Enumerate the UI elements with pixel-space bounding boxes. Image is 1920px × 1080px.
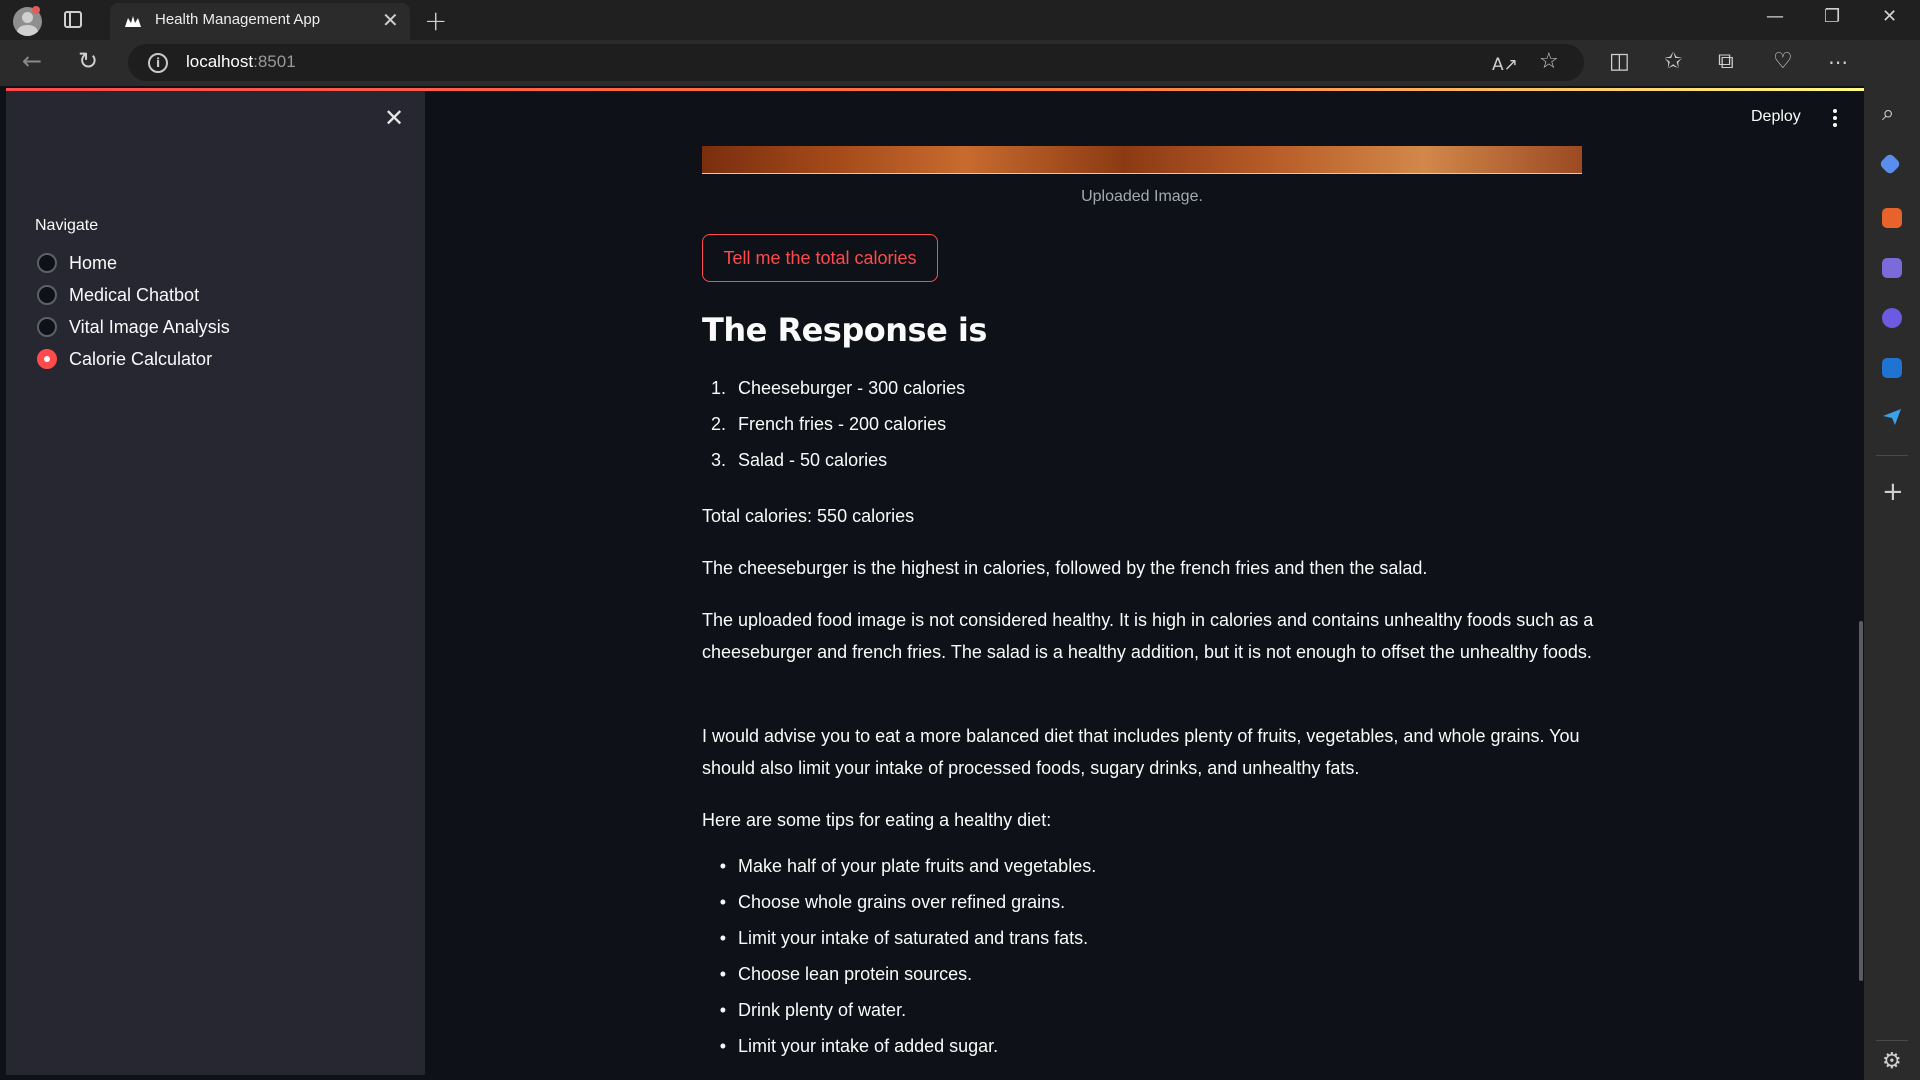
new-tab-icon[interactable]: + <box>424 4 447 37</box>
tab-actions-icon[interactable] <box>64 11 82 28</box>
nav-radio-label: Vital Image Analysis <box>69 316 230 337</box>
list-item: • Drink plenty of water. <box>719 1000 907 1020</box>
app-sidebar: ✕ Navigate Home Medical Chatbot Vital Im… <box>6 91 425 1075</box>
nav-radio-label: Medical Chatbot <box>69 284 200 305</box>
games-icon[interactable] <box>1882 258 1902 278</box>
response-heading: The Response is <box>702 311 987 349</box>
add-icon[interactable]: + <box>1882 479 1904 505</box>
favorite-star-icon[interactable]: ☆ <box>1539 50 1559 74</box>
nav-radio-home[interactable]: Home <box>37 250 117 276</box>
restore-icon[interactable]: ❐ <box>1824 6 1840 27</box>
minimize-icon[interactable]: — <box>1766 6 1784 27</box>
read-aloud-icon[interactable]: A↗ <box>1492 53 1518 77</box>
list-item: • Choose lean protein sources. <box>719 964 973 984</box>
navigate-label: Navigate <box>35 217 99 234</box>
radio-circle[interactable] <box>37 317 57 337</box>
profile-notification-dot <box>32 6 40 14</box>
collections-icon[interactable]: ⧉ <box>1718 50 1734 74</box>
nav-radio-label: Calorie Calculator <box>69 348 213 369</box>
radio-circle-checked[interactable] <box>37 349 57 369</box>
browser-titlebar: Health Management App ✕ + — ❐ ✕ <box>0 0 1920 40</box>
total-calories-button[interactable]: Tell me the total calories <box>702 234 938 282</box>
deploy-button[interactable]: Deploy <box>1751 108 1801 126</box>
tips-intro: Here are some tips for eating a healthy … <box>702 810 1052 830</box>
microsoft-365-icon[interactable] <box>1882 308 1902 328</box>
list-item: • Limit your intake of saturated and tran… <box>719 928 1089 948</box>
nav-radio-medical-chatbot[interactable]: Medical Chatbot <box>37 282 199 308</box>
uploaded-food-image <box>702 146 1582 174</box>
list-item: • Limit your intake of added sugar. <box>719 1036 999 1056</box>
refresh-icon[interactable]: ↻ <box>78 49 98 73</box>
nav-radio-label: Home <box>69 252 118 273</box>
nav-radio-vital-image-analysis[interactable]: Vital Image Analysis <box>37 314 230 340</box>
settings-gear-icon[interactable]: ⚙ <box>1882 1050 1902 1074</box>
browser-toolbar: ← ↻ i localhost:8501 A↗ ☆ ◫ ✩ ⧉ ♡ ⋯ <box>0 40 1920 86</box>
list-item: 3. Salad - 50 calories <box>710 450 888 470</box>
outlook-icon[interactable] <box>1882 358 1902 378</box>
nav-radio-calorie-calculator[interactable]: Calorie Calculator <box>37 346 212 372</box>
more-options-icon[interactable]: ⋯ <box>1828 50 1848 74</box>
image-caption: Uploaded Image. <box>1081 188 1203 205</box>
tools-briefcase-icon[interactable] <box>1882 208 1902 228</box>
main-menu-icon[interactable] <box>1833 109 1837 127</box>
radio-circle[interactable] <box>37 285 57 305</box>
tab-title: Health Management App <box>155 11 321 28</box>
window-close-icon[interactable]: ✕ <box>1882 6 1897 27</box>
list-item: 1. Cheeseburger - 300 calories <box>710 378 966 398</box>
split-screen-icon[interactable]: ◫ <box>1609 50 1630 74</box>
address-bar[interactable]: i localhost:8501 A↗ ☆ <box>128 44 1584 81</box>
site-info-icon[interactable]: i <box>148 53 168 73</box>
shopping-tag-icon[interactable] <box>1878 152 1902 176</box>
advice-paragraph: I would advise you to eat a more balance… <box>702 726 1580 778</box>
list-item: • Choose whole grains over refined grains… <box>719 892 1066 912</box>
browser-essentials-icon[interactable]: ♡ <box>1773 50 1793 74</box>
address-text[interactable]: localhost:8501 <box>186 52 296 72</box>
back-icon[interactable]: ← <box>22 49 42 73</box>
health-paragraph: The uploaded food image is not considere… <box>702 610 1594 662</box>
total-calories-text: Total calories: 550 calories <box>702 506 915 526</box>
send-icon[interactable] <box>1882 407 1902 427</box>
edge-divider <box>1876 455 1908 456</box>
list-item: 2. French fries - 200 calories <box>710 414 947 434</box>
tab-close-icon[interactable]: ✕ <box>382 10 399 30</box>
browser-tab[interactable]: Health Management App ✕ <box>110 3 410 40</box>
radio-circle[interactable] <box>37 253 57 273</box>
edge-sidebar: ⌕ + ⚙ <box>1864 40 1920 1080</box>
sidebar-close-icon[interactable]: ✕ <box>384 106 404 130</box>
scrollbar-thumb[interactable] <box>1859 621 1863 981</box>
main-content: Deploy Uploaded Image. Tell me the total… <box>425 91 1864 1075</box>
edge-divider <box>1876 1040 1908 1041</box>
list-item: • Make half of your plate fruits and vege… <box>719 856 1097 876</box>
favorites-icon[interactable]: ✩ <box>1664 50 1682 74</box>
streamlit-crown-icon <box>125 16 141 27</box>
search-icon[interactable]: ⌕ <box>1882 102 1894 126</box>
ranking-paragraph: The cheeseburger is the highest in calor… <box>702 558 1428 578</box>
